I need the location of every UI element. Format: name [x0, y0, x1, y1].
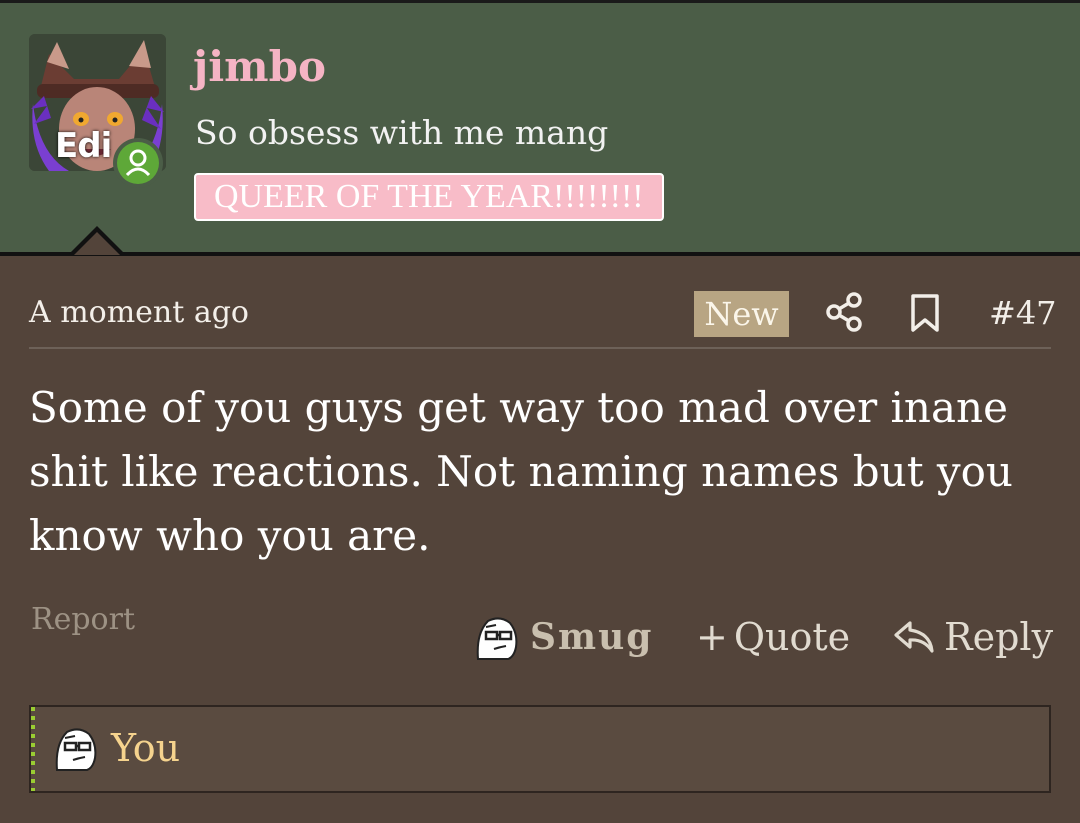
- online-status-icon: [113, 138, 163, 188]
- smug-face-icon: [476, 617, 518, 660]
- react-button-label: Smug: [530, 616, 654, 658]
- post-number-link[interactable]: #47: [989, 291, 1057, 335]
- plus-icon: +: [696, 615, 728, 659]
- post-meta-bar: A moment ago New #47: [29, 283, 1057, 347]
- reply-button-label: Reply: [944, 615, 1054, 659]
- reaction-summary-link[interactable]: You: [51, 723, 180, 773]
- reactions-bar: You: [29, 705, 1051, 793]
- share-icon[interactable]: [825, 291, 865, 333]
- header-divider: [0, 252, 1080, 256]
- quote-button[interactable]: + Quote: [696, 612, 850, 662]
- post-body: Some of you guys get way too mad over in…: [29, 383, 1013, 560]
- reaction-summary-label: You: [111, 726, 181, 770]
- reply-arrow-icon: [894, 621, 934, 653]
- reactions-accent-border: [31, 707, 35, 791]
- new-badge: New: [694, 291, 789, 337]
- post-timestamp[interactable]: A moment ago: [29, 295, 249, 331]
- react-button[interactable]: Smug: [472, 612, 653, 662]
- user-title: So obsess with me mang: [195, 113, 609, 152]
- username-link[interactable]: jimbo: [193, 39, 326, 95]
- meta-divider: [29, 347, 1051, 349]
- quote-button-label: Quote: [733, 615, 851, 659]
- reply-button[interactable]: Reply: [892, 612, 1053, 662]
- smug-face-icon: [55, 728, 97, 771]
- bookmark-icon[interactable]: [905, 293, 945, 333]
- report-link[interactable]: Report: [31, 600, 135, 640]
- user-banner: QUEER OF THE YEAR!!!!!!!!: [194, 173, 664, 221]
- avatar-edit-overlay[interactable]: Edi: [55, 126, 112, 166]
- user-header: Edi jimbo So obsess with me mang QUEER O…: [0, 0, 1080, 253]
